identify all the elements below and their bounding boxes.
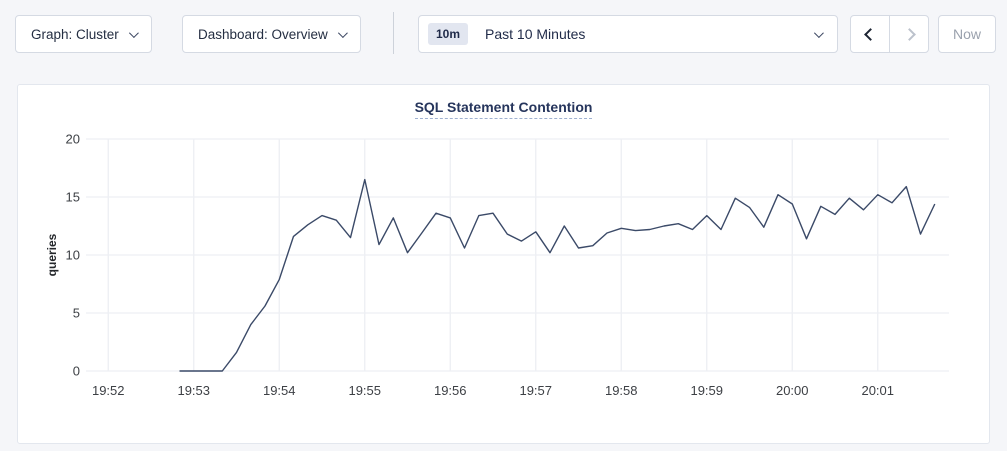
x-tick-label: 19:56 — [434, 383, 467, 398]
time-back-button[interactable] — [851, 16, 890, 52]
graph-dropdown-label: Graph: Cluster — [31, 27, 119, 42]
time-forward-button[interactable] — [890, 16, 928, 52]
time-step-buttons — [850, 15, 929, 53]
graph-dropdown[interactable]: Graph: Cluster — [15, 15, 152, 53]
dashboard-dropdown[interactable]: Dashboard: Overview — [182, 15, 361, 53]
x-tick-label: 19:57 — [519, 383, 552, 398]
y-axis-label: queries — [45, 233, 59, 276]
y-tick-label: 20 — [66, 132, 80, 147]
dashboard-dropdown-label: Dashboard: Overview — [198, 27, 328, 42]
chevron-right-icon — [903, 28, 916, 41]
chart-title-wrap: SQL Statement Contention — [18, 99, 989, 121]
series-line — [180, 180, 935, 371]
chevron-down-icon — [129, 28, 139, 38]
x-tick-label: 20:00 — [776, 383, 809, 398]
x-tick-label: 19:55 — [348, 383, 381, 398]
chart-title[interactable]: SQL Statement Contention — [415, 99, 593, 119]
now-button[interactable]: Now — [938, 15, 996, 53]
y-tick-label: 5 — [73, 306, 80, 321]
chevron-down-icon — [814, 28, 824, 38]
time-range-badge: 10m — [428, 23, 468, 45]
chevron-left-icon — [864, 28, 877, 41]
x-tick-label: 19:54 — [263, 383, 296, 398]
y-tick-label: 15 — [66, 190, 80, 205]
y-tick-label: 0 — [73, 364, 80, 379]
x-tick-label: 19:59 — [690, 383, 723, 398]
x-tick-label: 19:53 — [177, 383, 210, 398]
time-range-label: Past 10 Minutes — [485, 26, 814, 42]
chevron-down-icon — [338, 28, 348, 38]
x-tick-label: 20:01 — [861, 383, 894, 398]
toolbar-divider — [393, 12, 394, 54]
x-tick-label: 19:52 — [92, 383, 125, 398]
sql-contention-line-chart[interactable]: 0 5 10 15 20 19:52 19:53 19:54 19:55 19:56 19:57 19… — [18, 121, 989, 451]
time-range-dropdown[interactable]: 10m Past 10 Minutes — [418, 15, 838, 53]
now-button-label: Now — [953, 26, 981, 42]
x-tick-label: 19:58 — [605, 383, 638, 398]
y-tick-label: 10 — [66, 248, 80, 263]
chart-panel: SQL Statement Contention 0 5 10 15 20 19:52 19… — [17, 84, 990, 444]
